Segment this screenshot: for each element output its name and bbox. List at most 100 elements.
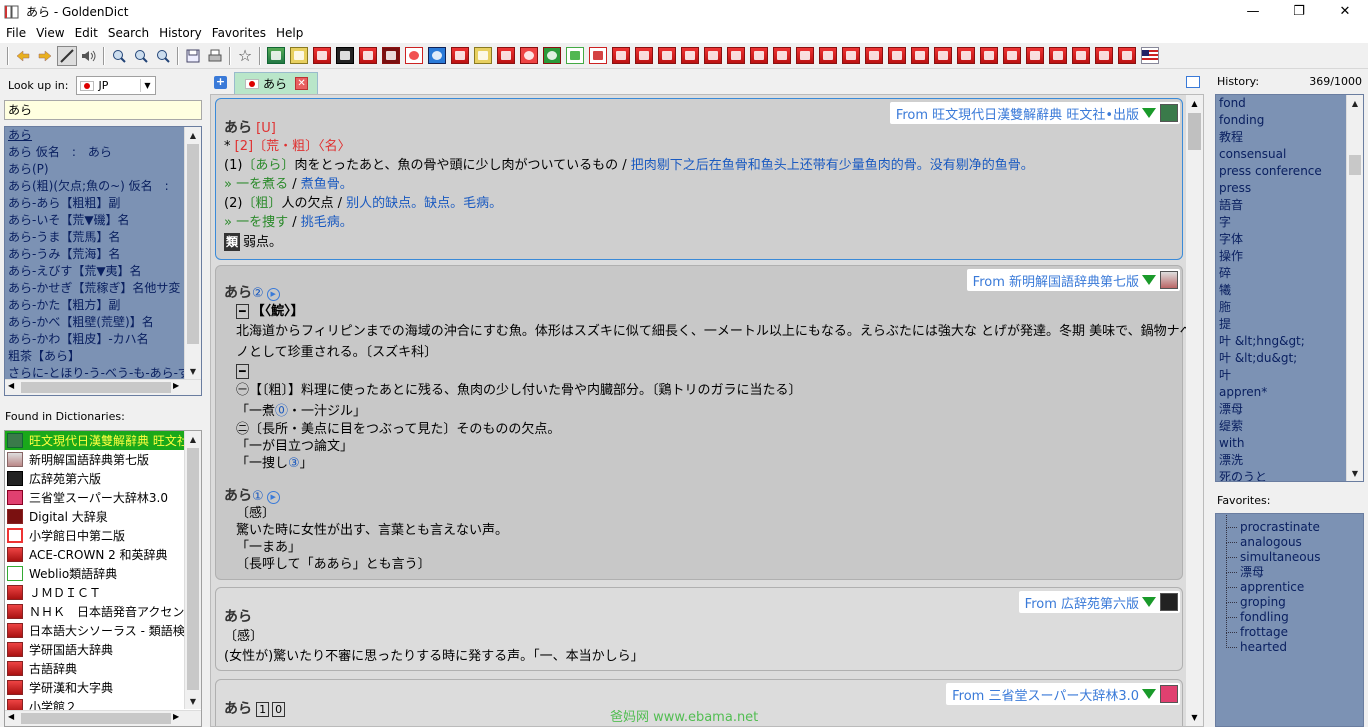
dict-icon-17[interactable] (634, 47, 653, 64)
scroll-down-icon[interactable]: ▼ (185, 363, 201, 379)
close-tab-icon[interactable]: ✕ (295, 77, 309, 90)
history-vscrollbar[interactable]: ▲ ▼ (1346, 95, 1363, 481)
collapse-triangle-icon[interactable] (1142, 108, 1156, 118)
menu-search[interactable]: Search (103, 26, 154, 40)
collapse-triangle-icon[interactable] (1142, 275, 1156, 285)
dict-icon-daijirin[interactable] (358, 47, 377, 64)
dict-icon-37[interactable] (1094, 47, 1113, 64)
new-tab-button[interactable]: + (214, 76, 227, 89)
dict-icon-34[interactable] (1025, 47, 1044, 64)
dict-row[interactable]: ＪＭＤＩＣＴ (5, 583, 201, 602)
menu-view[interactable]: View (31, 26, 69, 40)
scroll-up-icon[interactable]: ▲ (1347, 95, 1363, 111)
dict-icon-30[interactable] (933, 47, 952, 64)
dict-icon-33[interactable] (1002, 47, 1021, 64)
list-item[interactable]: あら-かわ【粗皮】-カハ名 (5, 331, 201, 348)
dict-icon-shogakukan[interactable] (404, 47, 423, 64)
play-audio-icon[interactable]: ▶ (266, 491, 280, 504)
collapse-triangle-icon[interactable] (1142, 597, 1156, 607)
article-from-header[interactable]: From 三省堂スーパー大辞林3.0 (946, 683, 1180, 705)
favorite-item[interactable]: analogous (1216, 527, 1363, 550)
history-item[interactable]: fond (1216, 95, 1363, 112)
us-flag-icon[interactable] (1140, 47, 1159, 64)
dict-icon-12[interactable] (519, 47, 538, 64)
favorite-star-icon[interactable]: ☆ (235, 46, 255, 66)
menu-file[interactable]: File (1, 26, 31, 40)
favorite-item[interactable]: 漂母 (1216, 557, 1363, 580)
dict-row[interactable]: ＮＨＫ 日本語発音アクセント (5, 602, 201, 621)
dict-icon-22[interactable] (749, 47, 768, 64)
dict-icon-20[interactable] (703, 47, 722, 64)
history-item[interactable]: appren* (1216, 384, 1363, 401)
history-item[interactable]: 叶 &lt;hng&gt; (1216, 333, 1363, 350)
play-audio-icon[interactable]: ▶ (266, 288, 280, 301)
history-item[interactable]: 操作 (1216, 248, 1363, 265)
history-item[interactable]: 犧 (1216, 282, 1363, 299)
dict-icon-16[interactable] (611, 47, 630, 64)
back-icon[interactable] (13, 46, 33, 66)
dict-icon-24[interactable] (795, 47, 814, 64)
dict-icon-19[interactable] (680, 47, 699, 64)
dict-row[interactable]: Weblio類語辞典 (5, 564, 201, 583)
menu-favorites[interactable]: Favorites (207, 26, 271, 40)
dictlist-hscrollbar[interactable]: ◀ ▶ (5, 710, 201, 726)
list-item[interactable]: あら-うま【荒馬】名 (5, 229, 201, 246)
dict-row[interactable]: 学研国語大辞典 (5, 640, 201, 659)
found-dictionaries-list[interactable]: 旺文現代日漢雙解辭典 旺文社 新明解国語辞典第七版 広辞苑第六版 三省堂スーパー… (4, 430, 202, 727)
dict-row[interactable]: 広辞苑第六版 (5, 469, 201, 488)
dictlist-vscrollbar[interactable]: ▲ ▼ (184, 431, 201, 709)
menu-history[interactable]: History (154, 26, 207, 40)
history-item[interactable]: 死のうと (1216, 469, 1363, 481)
favorite-item[interactable]: groping (1216, 587, 1363, 610)
dict-icon-25[interactable] (818, 47, 837, 64)
list-item[interactable]: あら 仮名 : あら (5, 144, 201, 161)
history-item[interactable]: press conference (1216, 163, 1363, 180)
favorite-item[interactable]: fondling (1216, 602, 1363, 625)
dict-icon-23[interactable] (772, 47, 791, 64)
favorite-item[interactable]: hearted (1216, 632, 1363, 655)
favorite-item[interactable]: frottage (1216, 617, 1363, 640)
history-item[interactable]: 叶 &lt;du&gt; (1216, 350, 1363, 367)
favorite-item[interactable]: simultaneous (1216, 542, 1363, 565)
dict-icon-31[interactable] (956, 47, 975, 64)
tab-list-icon[interactable] (1186, 76, 1200, 88)
menu-edit[interactable]: Edit (70, 26, 103, 40)
list-item[interactable]: あら(粗)(欠点;魚の~) 仮名 : (5, 178, 201, 195)
tab-ara[interactable]: あら ✕ (234, 72, 318, 94)
chevron-down-icon[interactable]: ▼ (140, 79, 153, 92)
history-item[interactable]: 字体 (1216, 231, 1363, 248)
article-vscrollbar[interactable]: ▲ ▼ (1186, 95, 1203, 726)
history-item[interactable]: 語音 (1216, 197, 1363, 214)
history-item[interactable]: 缇萦 (1216, 418, 1363, 435)
dict-icon-18[interactable] (657, 47, 676, 64)
dict-row[interactable]: ACE-CROWN 2 和英辞典 (5, 545, 201, 564)
list-item[interactable]: あら-あら【粗粗】副 (5, 195, 201, 212)
history-item[interactable]: 漂洗 (1216, 452, 1363, 469)
dict-row[interactable]: 小学館日中第二版 (5, 526, 201, 545)
dict-row[interactable]: Digital 大辞泉 (5, 507, 201, 526)
dict-row[interactable]: 学研漢和大字典 (5, 678, 201, 697)
scroll-down-icon[interactable]: ▼ (1347, 465, 1363, 481)
history-item[interactable]: 叶 (1216, 367, 1363, 384)
history-item[interactable]: 字 (1216, 214, 1363, 231)
article-view[interactable]: From 旺文現代日漢雙解辭典 旺文社•出版 あら [U] * [2]〔荒・粗〕… (210, 94, 1204, 727)
dict-icon-29[interactable] (910, 47, 929, 64)
list-item[interactable]: あら-えびす【荒▼夷】名 (5, 263, 201, 280)
dict-row[interactable]: 日本語大シソーラス - 類語検索 (5, 621, 201, 640)
dict-icon-26[interactable] (841, 47, 860, 64)
dict-icon-28[interactable] (887, 47, 906, 64)
dict-icon-15[interactable] (588, 47, 607, 64)
article-from-header[interactable]: From 広辞苑第六版 (1018, 591, 1180, 613)
favorite-item[interactable]: apprentice (1216, 572, 1363, 595)
zoom-out-icon[interactable] (131, 46, 151, 66)
scroll-down-icon[interactable]: ▼ (1186, 709, 1203, 726)
pronounce-icon[interactable] (79, 46, 99, 66)
dict-icon-kojien[interactable] (335, 47, 354, 64)
save-icon[interactable] (183, 46, 203, 66)
scroll-up-icon[interactable]: ▲ (1186, 95, 1203, 112)
list-item[interactable]: あら-かた【粗方】副 (5, 297, 201, 314)
dict-icon-ouwen[interactable] (266, 47, 285, 64)
history-item[interactable]: 教程 (1216, 129, 1363, 146)
dict-icon-21[interactable] (726, 47, 745, 64)
search-input[interactable]: あら (4, 100, 202, 120)
